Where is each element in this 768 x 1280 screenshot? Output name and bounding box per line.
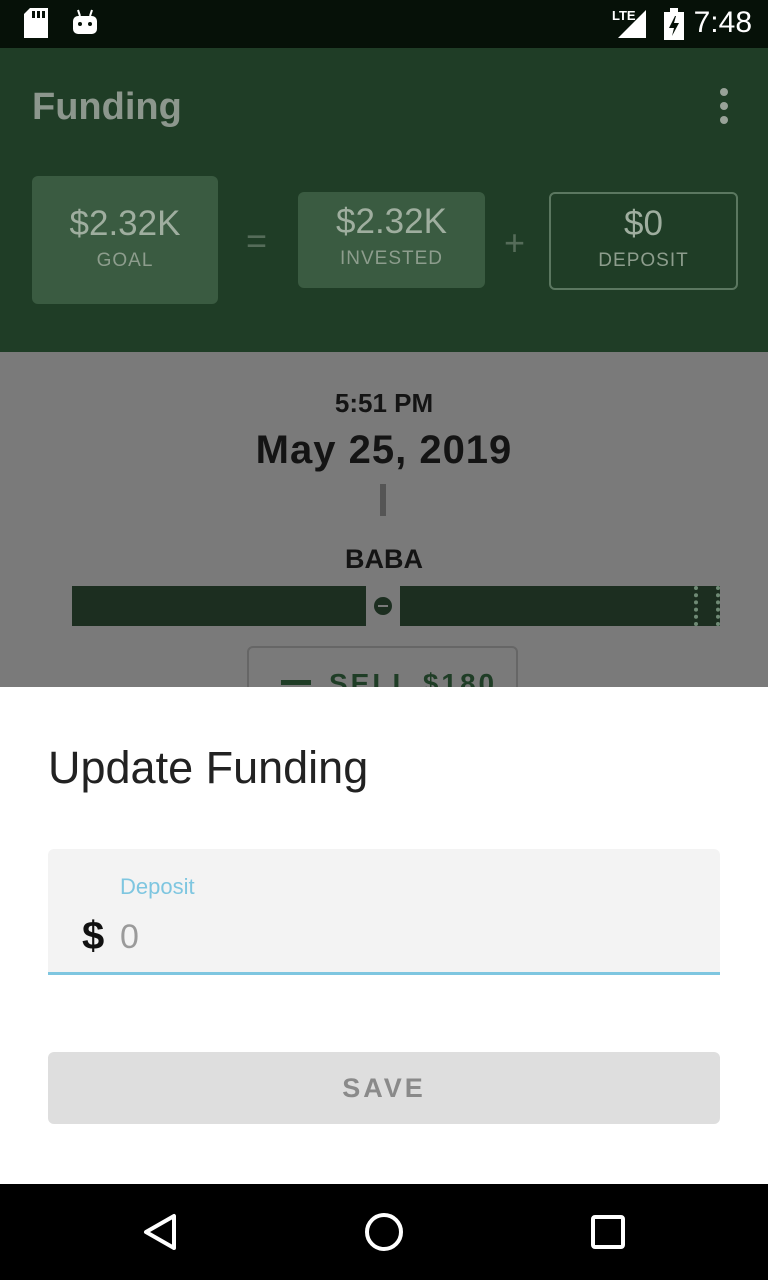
- save-button[interactable]: SAVE: [48, 1052, 720, 1124]
- equals-sign: =: [246, 220, 268, 261]
- lte-signal-icon: [618, 10, 646, 38]
- allocation-bar-left: [72, 586, 366, 626]
- trade-time: 5:51 PM: [334, 388, 434, 418]
- invested-value: $2.32K: [336, 202, 447, 241]
- allocation-bar-right: [400, 586, 720, 626]
- minus-icon: [281, 680, 311, 685]
- minus-circle-icon[interactable]: [374, 597, 392, 615]
- android-icon: [73, 9, 97, 34]
- timeline-marker: [380, 484, 386, 516]
- deposit-value: $0: [624, 204, 663, 243]
- goal-label: GOAL: [96, 250, 154, 271]
- goal-card: $2.32K GOAL: [32, 176, 218, 304]
- drag-handle[interactable]: [694, 586, 720, 626]
- recents-icon[interactable]: [584, 1208, 632, 1256]
- invested-card: $2.32K INVESTED: [298, 192, 485, 288]
- status-time: 7:48: [693, 6, 752, 39]
- stock-symbol: BABA: [345, 544, 423, 574]
- battery-charging-icon: [664, 8, 684, 40]
- sheet-title: Update Funding: [48, 742, 369, 793]
- invested-label: INVESTED: [339, 248, 444, 269]
- deposit-field-label: Deposit: [120, 874, 195, 899]
- deposit-label: DEPOSIT: [598, 250, 689, 271]
- back-icon[interactable]: [136, 1208, 184, 1256]
- more-vert-icon[interactable]: [714, 84, 734, 132]
- sd-card-icon: [24, 8, 48, 38]
- currency-symbol: $: [82, 914, 105, 958]
- home-icon[interactable]: [360, 1208, 408, 1256]
- status-bar: [0, 0, 768, 48]
- deposit-input[interactable]: [120, 910, 680, 964]
- page-title: Funding: [32, 86, 182, 128]
- plus-sign: +: [504, 222, 526, 263]
- trade-date: May 25, 2019: [255, 428, 513, 472]
- goal-value: $2.32K: [69, 204, 181, 243]
- deposit-card[interactable]: $0 DEPOSIT: [549, 192, 738, 290]
